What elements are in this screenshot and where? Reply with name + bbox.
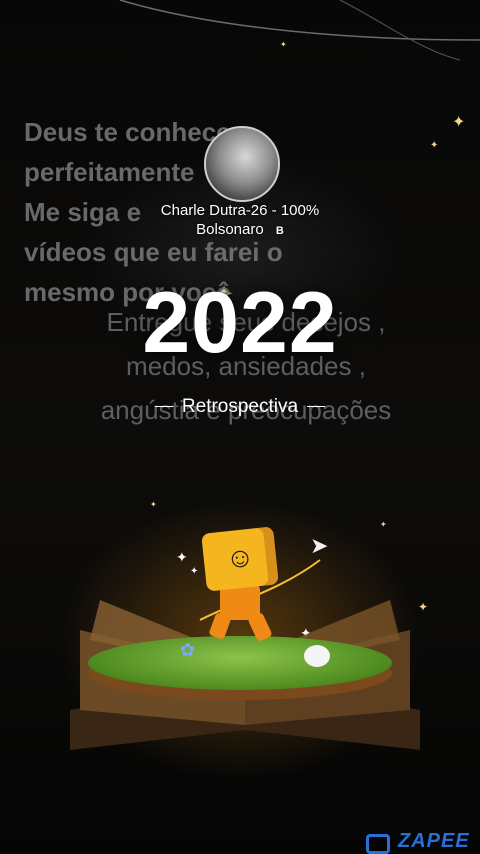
- retrospective-label: Retrospectiva: [181, 396, 299, 417]
- grass-island: [88, 636, 392, 690]
- retrospective-label-row: Retrospectiva: [0, 396, 480, 418]
- divider: [307, 406, 326, 408]
- flower-icon: ✿: [180, 640, 196, 661]
- sparkle-icon: ✦: [150, 500, 157, 509]
- creator-caption: Charle Dutra-26 - 100% Bolsonaro B: [140, 201, 340, 241]
- sparkle-icon: ✦: [380, 520, 387, 529]
- sparkle-icon: ✦: [280, 40, 287, 49]
- sparkle-icon: ✦: [452, 112, 466, 131]
- year-title: 2022: [142, 275, 338, 371]
- duck-figure: [304, 645, 330, 667]
- creator-name: Charle Dutra-26 - 100% Bolsonaro: [160, 202, 320, 238]
- smiley-face-icon: ☺: [224, 540, 256, 575]
- creator-badge: B: [275, 225, 284, 237]
- divider: [154, 406, 173, 408]
- creator-avatar[interactable]: [204, 126, 280, 202]
- paper-plane-icon: ➤: [310, 534, 329, 559]
- sparkle-icon: ✦: [430, 140, 439, 151]
- watermark-text: ZAPEE: [398, 830, 470, 852]
- watermark-logo-icon: [366, 834, 390, 854]
- video-background: ✦ ✦ ✦ ✦ ✦ ✦ ✦ ✦ ✦ ✦ ✦ ✦ Deus te conhece …: [0, 0, 480, 854]
